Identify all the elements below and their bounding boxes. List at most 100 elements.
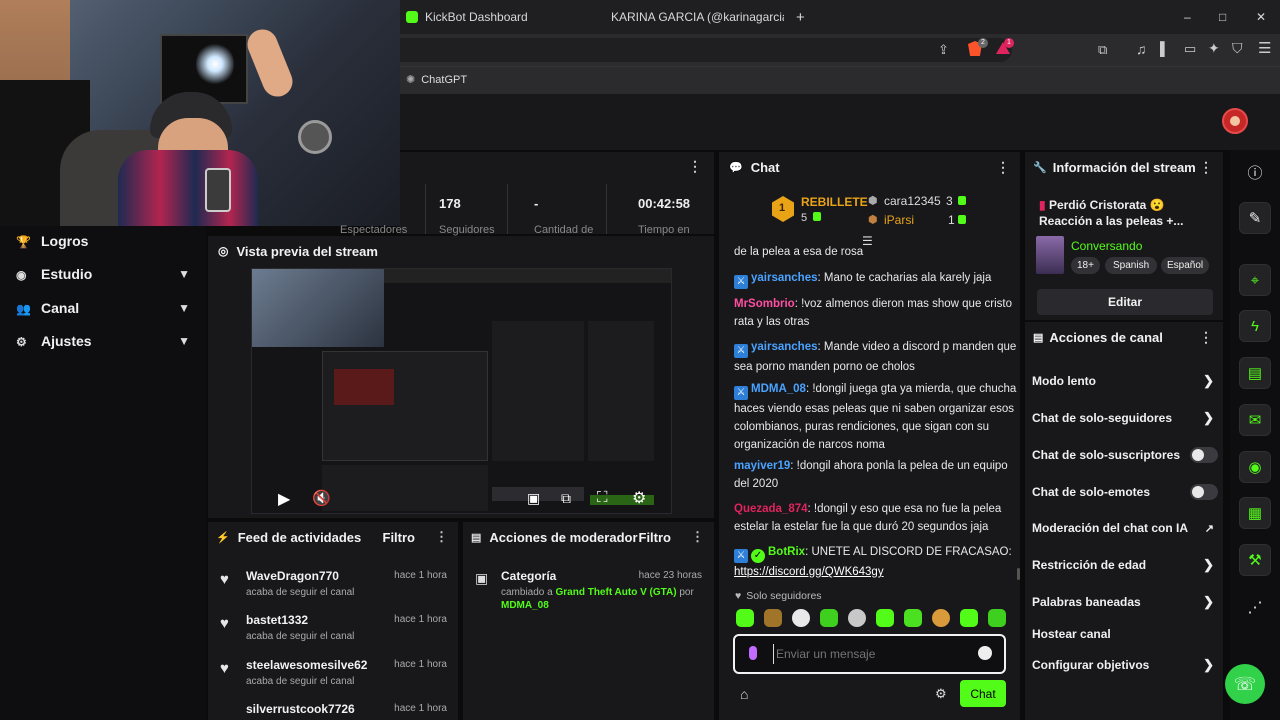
nodes-icon[interactable]: ⋰ [1239, 591, 1271, 623]
store-icon[interactable]: ⌂ [740, 686, 748, 702]
leo-ai-icon[interactable]: ✦ [1208, 40, 1220, 57]
heart-icon: ♥ [220, 615, 229, 632]
sidebar-item-logros[interactable]: 🏆 Logros [16, 229, 194, 253]
wrench-icon[interactable]: ⚒ [1239, 544, 1271, 576]
settings-gear-icon[interactable]: ⚙ [632, 488, 646, 508]
share-icon[interactable]: ⇪ [938, 42, 949, 58]
tab-kickbot[interactable]: KickBot Dashboard [406, 6, 528, 28]
tab-instagram[interactable]: KARINA GARCIA (@karinagarciaofici [604, 6, 784, 28]
maximize-button[interactable]: □ [1219, 6, 1226, 28]
avatar[interactable] [1222, 108, 1248, 134]
list-item: ♥ bastet1332 hace 1 hora acaba de seguir… [220, 613, 447, 642]
sidebar-item-estudio[interactable]: ◉ Estudio ▼ [16, 262, 194, 286]
viewers-label: Espectadores [340, 224, 408, 236]
emotes-only-row: Chat de solo-emotes [1032, 482, 1218, 502]
music-icon[interactable]: ♫ [1136, 41, 1147, 57]
stream-preview-video[interactable] [251, 268, 672, 514]
new-tab-button[interactable]: + [796, 6, 805, 28]
slow-mode-row[interactable]: Modo lento ❯ [1032, 371, 1218, 391]
moderator-badge-icon: ⚔ [734, 386, 748, 400]
microphone-icon[interactable] [749, 646, 757, 660]
channel-actions-menu-icon[interactable]: ⋮ [1199, 329, 1213, 346]
minimize-button[interactable]: – [1184, 6, 1191, 28]
tab-title: KARINA GARCIA (@karinagarciaofici [611, 10, 784, 24]
top-gifter-name[interactable]: REBILLETE [801, 195, 868, 209]
emote-icon[interactable] [932, 609, 950, 627]
emote-icon[interactable] [988, 609, 1006, 627]
category-name[interactable]: Conversando [1071, 239, 1142, 253]
sidebar-item-canal[interactable]: 👥 Canal ▼ [16, 296, 194, 320]
stream-info-menu-icon[interactable]: ⋮ [1199, 159, 1213, 176]
broadcast-icon[interactable]: ◉ [1239, 451, 1271, 483]
subscribers-only-toggle[interactable] [1190, 447, 1218, 463]
trophy-icon: 🏆 [16, 235, 31, 249]
sidebar-item-ajustes[interactable]: ⚙ Ajustes ▼ [16, 329, 194, 353]
mod-filter-button[interactable]: Filtro [639, 530, 672, 545]
send-chat-button[interactable]: Chat [960, 680, 1006, 707]
followers-only-row[interactable]: Chat de solo-seguidores ❯ [1032, 408, 1218, 428]
host-channel-row[interactable]: Hostear canal [1032, 624, 1218, 644]
chat-input-box[interactable] [733, 634, 1006, 674]
emote-icon[interactable] [848, 609, 866, 627]
emote-icon[interactable] [764, 609, 782, 627]
wallet-icon[interactable]: ▭ [1184, 41, 1196, 57]
viewer-amount: - [534, 196, 539, 211]
vpn-icon[interactable]: ⛉ [1232, 40, 1243, 57]
emotes-only-toggle[interactable] [1190, 484, 1218, 500]
sidebar-icon[interactable]: ▌ [1160, 41, 1169, 56]
layout-icon[interactable]: ▦ [1239, 497, 1271, 529]
ai-moderation-row[interactable]: Moderación del chat con IA ↗ [1032, 518, 1218, 538]
mod-menu-icon[interactable]: ⋮ [691, 529, 704, 545]
chat-menu-icon[interactable]: ⋮ [996, 159, 1010, 176]
time-label: Tiempo en [638, 224, 690, 236]
edit-pencil-icon[interactable]: ✎ [1239, 202, 1271, 234]
emoji-picker-icon[interactable] [978, 646, 992, 660]
pip-icon[interactable]: ⧉ [561, 490, 571, 507]
info-icon[interactable]: ⓘ [1239, 156, 1271, 188]
support-chat-icon[interactable]: ☏ [1225, 664, 1265, 704]
discord-link[interactable]: https://discord.gg/QWK643gy [734, 566, 884, 578]
list-item: ♥ steelawesomesilve62 hace 1 hora acaba … [220, 658, 447, 687]
second-gifter-name[interactable]: cara12345 [884, 194, 941, 208]
emote-icon[interactable] [736, 609, 754, 627]
configure-goals-row[interactable]: Configurar objetivos ❯ [1032, 655, 1218, 675]
chevron-right-icon: ❯ [1203, 410, 1214, 425]
emote-icon[interactable] [960, 609, 978, 627]
camera-target-icon[interactable]: ⌖ [1239, 264, 1271, 296]
edit-stream-button[interactable]: Editar [1037, 289, 1213, 315]
stats-menu-icon[interactable]: ⋮ [688, 158, 702, 175]
chat-message: ⚔ MDMA_08: !dongil juega gta ya mierda, q… [734, 383, 1017, 451]
tag-chip[interactable]: 18+ [1071, 257, 1100, 274]
chat-icon[interactable]: ✉ [1239, 404, 1271, 436]
menu-icon[interactable]: ☰ [1258, 39, 1271, 57]
wrench-icon: 🔧 [1033, 161, 1047, 174]
document-icon[interactable]: ▤ [1239, 357, 1271, 389]
chat-settings-icon[interactable]: ⚙ [935, 686, 947, 702]
age-restriction-row[interactable]: Restricción de edad ❯ [1032, 555, 1218, 575]
emote-icon[interactable] [904, 609, 922, 627]
mute-icon[interactable]: 🔇 [312, 489, 331, 507]
category-thumbnail[interactable] [1036, 236, 1064, 274]
chat-message-input[interactable] [773, 644, 963, 664]
address-field[interactable] [400, 38, 1012, 62]
reader-icon[interactable]: ⧉ [1098, 42, 1107, 58]
bolt-icon[interactable]: ϟ [1239, 310, 1271, 342]
chat-scrollbar[interactable] [1017, 568, 1020, 580]
theater-icon[interactable]: ▣ [527, 490, 540, 507]
banned-words-row[interactable]: Palabras baneadas ❯ [1032, 592, 1218, 612]
third-gifter-name[interactable]: iParsi [884, 213, 914, 227]
emote-icon[interactable] [876, 609, 894, 627]
play-icon[interactable]: ▶ [278, 489, 290, 509]
feed-menu-icon[interactable]: ⋮ [435, 529, 448, 545]
emote-icon[interactable] [820, 609, 838, 627]
close-window-button[interactable]: ✕ [1256, 6, 1266, 28]
bookmark-chatgpt[interactable]: ✺ ChatGPT [406, 73, 467, 87]
tag-chip[interactable]: Español [1161, 257, 1210, 274]
browser-toolbar: ⇪ 2 1 ⧉ ♫ ▌ ▭ ✦ ⛉ ☰ [400, 34, 1280, 66]
fullscreen-icon[interactable]: ⛶ [597, 489, 608, 506]
feed-filter-button[interactable]: Filtro [383, 530, 416, 545]
emote-icon[interactable] [792, 609, 810, 627]
chat-header: 💬 Chat ⋮ [729, 158, 1010, 176]
tag-chip[interactable]: Spanish [1105, 257, 1158, 274]
moderator-badge-icon: ⚔ [734, 344, 748, 358]
